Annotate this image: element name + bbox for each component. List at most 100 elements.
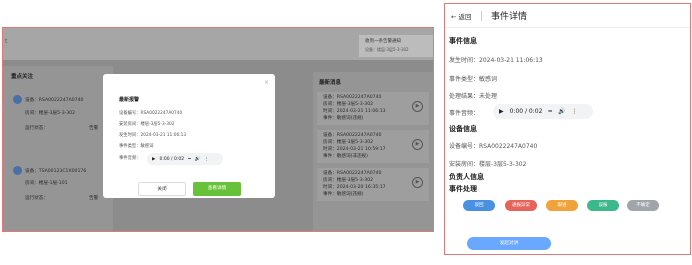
row-value: RSA0022247A0740 <box>140 111 183 116</box>
play-icon[interactable]: ▶ <box>412 101 423 112</box>
page-title: 事件详情 <box>491 12 528 22</box>
play-icon[interactable]: ▶ <box>152 157 155 162</box>
detail-header: ← 返回 事件详情 <box>445 4 690 28</box>
latest-messages-panel: 最新消息 设备：RSA0022247A0740 房间：楼层-3层5-3-302 … <box>313 72 433 231</box>
dashboard-screen: t 收到一条告警通知 设备：楼层-3层5-3-302 重点关注 设备：RSA00… <box>2 27 434 232</box>
message-time: 时间：2024-03-21 10:59:17 <box>323 147 386 152</box>
progress-icon[interactable]: ━ <box>548 108 552 115</box>
report-abnormal-button[interactable]: 通报异常 <box>505 200 537 211</box>
message-event: 事件：敏感词(违规) <box>323 116 364 121</box>
modal-room-row: 安装房间：楼层-3层5-3-302 <box>119 121 174 127</box>
message-device: 设备：RSA0022247A0740 <box>323 171 382 176</box>
view-details-button[interactable]: 查看详情 <box>193 182 241 196</box>
modal-audio-player[interactable]: ▶ 0:00 / 0:02 ━ 🔊 ⋮ <box>147 153 223 165</box>
device-id: 设备：RSA0022247A0740 <box>25 98 84 103</box>
message-event: 事件：敏感词(违规) <box>323 192 364 197</box>
more-icon[interactable]: ⋮ <box>572 108 578 115</box>
reject-button[interactable]: 驳回 <box>463 200 495 211</box>
focus-panel: 重点关注 设备：RSA0022247A0740 房间：楼层-3层5-3-302 … <box>3 66 113 231</box>
device-room: 房间：楼层-1层-101 <box>25 181 68 186</box>
device-status-label: 运行状态： <box>25 126 48 131</box>
screenshot-stage: { "dashboard": { "edge_char": "t", "noti… <box>0 0 692 265</box>
row-label: 设备编号： <box>119 111 141 116</box>
more-icon[interactable]: ⋮ <box>204 157 209 162</box>
close-button[interactable]: 关闭 <box>138 182 186 196</box>
uncertain-button[interactable]: 不确定 <box>627 200 659 211</box>
event-handling-heading: 事件处理 <box>449 185 477 193</box>
event-detail-panel: ← 返回 事件详情 事件信息 发生时间：2024-03-21 11:06:13 … <box>444 3 691 255</box>
row-label: 发生时间： <box>119 133 141 138</box>
modal-device-row: 设备编号：RSA0022247A0740 <box>119 110 182 116</box>
row-value: 2024-03-21 11:06:13 <box>479 57 543 64</box>
occurred-time-row: 发生时间：2024-03-21 11:06:13 <box>449 55 543 64</box>
audio-row-label: 事件音频： <box>449 110 480 117</box>
row-label: 设备编号： <box>449 143 480 150</box>
device-icon <box>13 166 22 175</box>
modal-audio-row: 事件音频： <box>119 155 140 161</box>
row-value: 楼层-3层5-3-302 <box>140 122 175 127</box>
row-label: 安装房间： <box>119 122 141 127</box>
row-value: 敏感词 <box>140 144 154 149</box>
room-row: 安装房间：楼层-3层5-3-302 <box>449 159 526 168</box>
row-label: 事件类型： <box>119 144 141 149</box>
row-value: 2024-03-21 11:06:13 <box>140 133 187 138</box>
modal-type-row: 事件类型：敏感词 <box>119 143 153 149</box>
play-icon[interactable]: ▶ <box>412 177 423 188</box>
false-alarm-button[interactable]: 误报 <box>587 200 619 211</box>
audio-time: 0:00 / 0:02 <box>509 108 543 115</box>
message-room: 房间：楼层-3层5-3-302 <box>323 102 374 107</box>
row-label: 事件音频： <box>119 156 141 161</box>
modal-time-row: 发生时间：2024-03-21 11:06:13 <box>119 132 186 138</box>
message-room: 房间：楼层-3层5-3-302 <box>323 178 374 183</box>
message-event: 事件：敏感词(非违规) <box>323 154 368 159</box>
device-id: 设备：TSA00123C1X00176 <box>25 169 87 174</box>
row-label: 处理结果： <box>449 93 480 100</box>
modal-title: 最新报警 <box>119 97 140 103</box>
row-value: 敏感词 <box>479 76 498 83</box>
volume-icon[interactable]: 🔊 <box>558 108 565 115</box>
device-status-value: 告警 <box>89 196 99 201</box>
play-icon[interactable]: ▶ <box>412 139 423 150</box>
row-label: 事件类型： <box>449 76 480 83</box>
device-info-heading: 设备信息 <box>449 125 477 133</box>
row-value: 楼层-3层5-3-302 <box>479 161 527 168</box>
notification-title: 收到一条告警通知 <box>365 39 401 44</box>
row-value: 未处理 <box>479 93 498 100</box>
volume-icon[interactable]: 🔊 <box>195 157 201 162</box>
close-icon[interactable]: × <box>264 79 269 86</box>
message-card[interactable]: 设备：RSA0022247A0740 房间：楼层-3层5-3-302 时间：20… <box>317 92 429 125</box>
start-intercom-button[interactable]: 发起对讲 <box>467 237 551 250</box>
progress-icon[interactable]: ━ <box>188 157 191 162</box>
row-label: 发生时间： <box>449 57 480 64</box>
audio-time: 0:00 / 0:02 <box>159 156 185 162</box>
event-info-heading: 事件信息 <box>449 37 477 45</box>
message-card[interactable]: 设备：RSA0022247A0740 房间：楼层-3层5-3-302 时间：20… <box>317 168 429 201</box>
header-edge-text: t <box>5 38 8 45</box>
alert-modal: × 最新报警 设备编号：RSA0022247A0740 安装房间：楼层-3层5-… <box>103 74 275 198</box>
message-room: 房间：楼层-3层5-3-302 <box>323 140 374 145</box>
result-row: 处理结果：未处理 <box>449 91 497 100</box>
message-time: 时间：2024-03-21 11:06:13 <box>323 109 386 114</box>
device-id-row: 设备编号：RSA0022247A0740 <box>449 141 537 150</box>
event-audio-player[interactable]: ▶ 0:00 / 0:02 ━ 🔊 ⋮ <box>493 104 593 119</box>
message-card[interactable]: 设备：RSA0022247A0740 房间：楼层-3层5-3-302 时间：20… <box>317 130 429 163</box>
message-time: 时间：2024-03-20 16:35:17 <box>323 185 386 190</box>
device-status-value: 告警 <box>89 126 99 131</box>
device-status-label: 运行状态： <box>25 196 48 201</box>
header-divider <box>481 11 482 21</box>
owner-info-heading: 负责人信息 <box>449 173 484 181</box>
row-value: RSA0022247A0740 <box>479 143 538 150</box>
follow-up-button[interactable]: 跟进 <box>546 200 578 211</box>
play-icon[interactable]: ▶ <box>499 108 504 115</box>
focus-panel-title: 重点关注 <box>11 74 34 80</box>
device-icon <box>13 95 22 104</box>
event-type-row: 事件类型：敏感词 <box>449 74 497 83</box>
messages-panel-title: 最新消息 <box>319 80 342 86</box>
row-label: 安装房间： <box>449 161 480 168</box>
notification-subtitle: 设备：楼层-3层5-3-302 <box>365 47 409 52</box>
message-device: 设备：RSA0022247A0740 <box>323 133 382 138</box>
alert-notification[interactable]: 收到一条告警通知 设备：楼层-3层5-3-302 <box>359 35 433 57</box>
back-button[interactable]: ← 返回 <box>451 11 472 21</box>
message-device: 设备：RSA0022247A0740 <box>323 95 382 100</box>
device-room: 房间：楼层-3层5-3-302 <box>25 111 76 116</box>
